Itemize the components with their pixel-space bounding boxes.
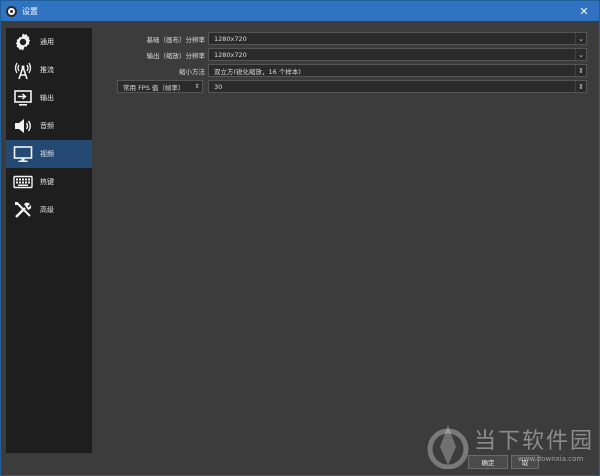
sidebar-item-hotkeys[interactable]: 热键 — [6, 168, 92, 196]
sidebar-item-advanced[interactable]: 高级 — [6, 196, 92, 224]
sidebar-item-stream[interactable]: 推流 — [6, 56, 92, 84]
gear-icon — [12, 31, 34, 53]
fps-type-select[interactable]: 常用 FPS 值（帧率） ⇕ — [117, 80, 203, 93]
speaker-icon — [12, 115, 34, 137]
fps-value-select[interactable]: 30 ⇕ — [208, 80, 587, 93]
fps-type-label: 常用 FPS 值（帧率） — [123, 83, 185, 92]
downscale-filter-value: 双立方(锐化缩放，16 个样本) — [214, 67, 301, 76]
settings-sidebar: 通用 推流 输出 音频 视频 热键 高级 — [6, 28, 92, 453]
base-resolution-select[interactable]: 1280x720 ⌄ — [208, 32, 587, 45]
up-down-arrows-icon: ⇕ — [575, 65, 586, 76]
video-settings-panel: 基础（画布）分辨率 1280x720 ⌄ 输出（缩放）分辨率 1280x720 … — [97, 28, 591, 448]
chevron-down-icon: ⌄ — [575, 33, 586, 44]
output-icon — [12, 87, 34, 109]
output-resolution-select[interactable]: 1280x720 ⌄ — [208, 48, 587, 61]
sidebar-item-general[interactable]: 通用 — [6, 28, 92, 56]
base-resolution-row: 基础（画布）分辨率 — [97, 32, 206, 45]
sidebar-item-label: 音频 — [40, 122, 54, 130]
output-resolution-label: 输出（缩放）分辨率 — [146, 51, 206, 60]
up-down-arrows-icon: ⇕ — [575, 81, 586, 92]
sidebar-item-label: 输出 — [40, 94, 54, 102]
obs-logo-icon — [6, 5, 17, 17]
close-button[interactable]: ✕ — [569, 1, 599, 21]
settings-window: 设置 ✕ 通用 推流 输出 音频 视频 热键 高级 基础（画布）分辨率 1280… — [0, 0, 600, 476]
sidebar-item-label: 高级 — [40, 206, 54, 214]
sidebar-item-output[interactable]: 输出 — [6, 84, 92, 112]
window-title: 设置 — [22, 6, 38, 16]
watermark-url: www.downxia.com — [518, 455, 584, 463]
sidebar-item-video[interactable]: 视频 — [6, 140, 92, 168]
watermark-text: 当下软件园 — [474, 429, 595, 454]
keyboard-icon — [12, 171, 34, 193]
sidebar-item-audio[interactable]: 音频 — [6, 112, 92, 140]
base-resolution-label: 基础（画布）分辨率 — [146, 35, 206, 44]
output-resolution-value: 1280x720 — [214, 50, 247, 59]
downscale-filter-select[interactable]: 双立方(锐化缩放，16 个样本) ⇕ — [208, 64, 587, 77]
watermark: 当下软件园 www.downxia.com — [426, 419, 596, 471]
sidebar-item-label: 推流 — [40, 66, 54, 74]
base-resolution-value: 1280x720 — [214, 34, 247, 43]
downscale-filter-row: 缩小方法 — [97, 64, 205, 77]
watermark-logo-icon — [427, 425, 469, 469]
sidebar-item-label: 视频 — [40, 150, 54, 158]
output-resolution-row: 输出（缩放）分辨率 — [97, 48, 206, 61]
up-down-arrows-icon: ⇕ — [194, 83, 200, 90]
monitor-icon — [12, 143, 34, 165]
chevron-down-icon: ⌄ — [575, 49, 586, 60]
downscale-filter-label: 缩小方法 — [179, 67, 205, 76]
sidebar-item-label: 通用 — [40, 38, 54, 46]
tools-icon — [12, 199, 34, 221]
sidebar-item-label: 热键 — [40, 178, 54, 186]
fps-value: 30 — [214, 82, 223, 91]
antenna-icon — [12, 59, 34, 81]
title-bar: 设置 ✕ — [1, 1, 599, 21]
